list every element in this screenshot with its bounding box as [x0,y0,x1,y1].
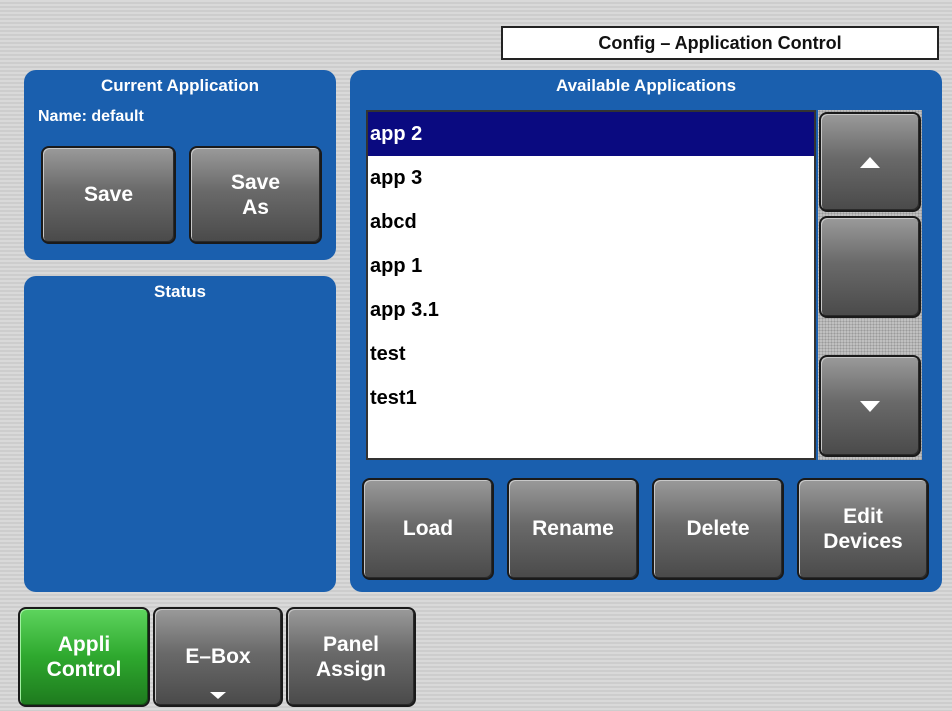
status-title: Status [154,282,206,301]
page-title: Config – Application Control [501,26,939,60]
list-item[interactable]: app 1 [368,244,814,288]
list-item[interactable]: app 2 [368,112,814,156]
current-application-name: Name: default [38,108,144,125]
delete-button-label: Delete [686,517,750,541]
edit-devices-button[interactable]: Edit Devices [797,478,929,580]
save-as-button[interactable]: Save As [189,146,322,244]
tab-panel-assign[interactable]: Panel Assign [286,607,416,707]
rename-button[interactable]: Rename [507,478,639,580]
list-item[interactable]: app 3 [368,156,814,200]
current-application-title: Current Application [100,76,260,95]
list-item[interactable]: app 3.1 [368,288,814,332]
dropdown-arrow-icon [210,692,226,699]
tab-ebox-label: E–Box [185,645,251,669]
list-item[interactable]: test1 [368,376,814,420]
scroll-up-icon [860,156,880,168]
tab-panel-assign-label: Panel Assign [315,632,386,681]
list-item[interactable]: test [368,332,814,376]
tab-ebox[interactable]: E–Box [153,607,283,707]
delete-button[interactable]: Delete [652,478,784,580]
list-item[interactable]: abcd [368,200,814,244]
save-button[interactable]: Save [41,146,176,244]
scroll-down-button[interactable] [819,355,921,457]
rename-button-label: Rename [532,517,614,541]
scrollbar-thumb[interactable] [819,216,921,318]
load-button-label: Load [402,517,454,541]
scroll-up-button[interactable] [819,112,921,212]
current-application-panel: Current Application Name: default Save S… [24,70,336,260]
load-button[interactable]: Load [362,478,494,580]
applications-list[interactable]: app 2 app 3 abcd app 1 app 3.1 test test1 [366,110,816,460]
save-as-button-label: Save As [230,170,281,219]
tab-appli-control[interactable]: Appli Control [18,607,150,707]
scroll-down-icon [860,400,880,412]
tab-appli-control-label: Appli Control [46,632,122,681]
edit-devices-button-label: Edit Devices [823,504,903,553]
available-applications-title: Available Applications [555,76,737,95]
save-button-label: Save [83,183,134,207]
status-panel: Status [24,276,336,592]
